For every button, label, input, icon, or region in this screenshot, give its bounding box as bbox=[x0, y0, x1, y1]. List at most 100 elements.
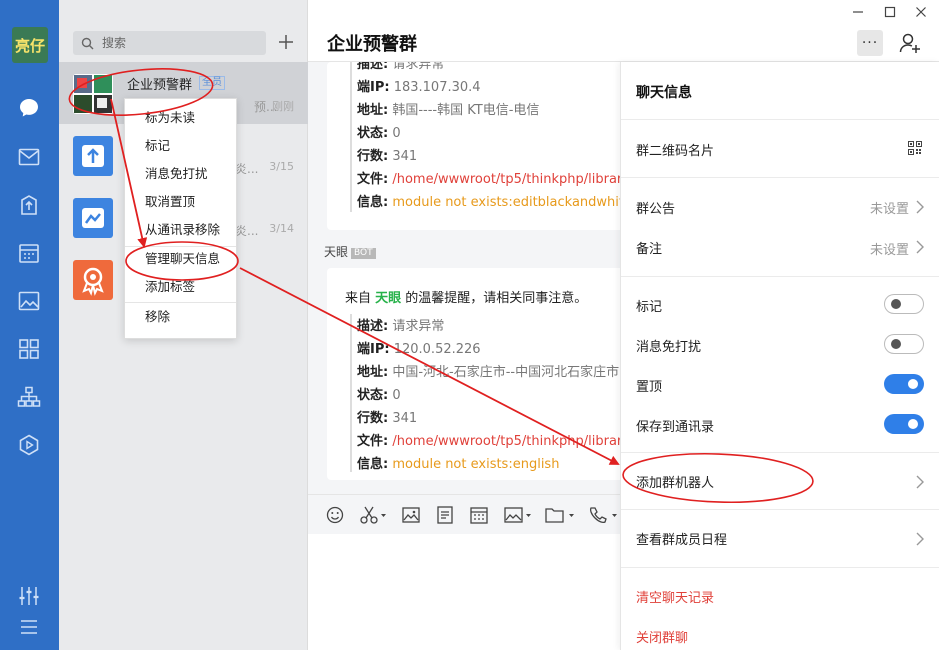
member-schedule-label: 查看群成员日程 bbox=[636, 533, 728, 548]
calendar-button[interactable] bbox=[470, 505, 488, 525]
minimize-button[interactable] bbox=[845, 2, 871, 22]
menu-icon[interactable] bbox=[17, 615, 41, 639]
menu-item-add-tag[interactable]: 添加标签 bbox=[125, 274, 236, 300]
phone-icon bbox=[589, 507, 617, 524]
divider bbox=[621, 452, 939, 453]
menu-item-manage-chat-info[interactable]: 管理聊天信息 bbox=[125, 246, 236, 272]
plus-icon bbox=[279, 35, 293, 49]
more-icon: ··· bbox=[861, 35, 879, 51]
chevron-right-icon bbox=[916, 532, 924, 546]
chat-icon[interactable] bbox=[17, 96, 41, 120]
field-value: 0 bbox=[392, 388, 401, 403]
image-icon[interactable] bbox=[17, 289, 41, 313]
intro-text: 的温馨提醒，请相关同事注意。 bbox=[401, 291, 588, 306]
close-icon bbox=[916, 7, 926, 17]
field-label: 文件: bbox=[357, 434, 389, 449]
mark-label: 标记 bbox=[636, 300, 663, 315]
field-label: 地址: bbox=[357, 103, 389, 118]
mark-toggle[interactable] bbox=[884, 294, 924, 314]
chat-preview: 炎... bbox=[235, 162, 259, 176]
chat-info-drawer: 聊天信息 群二维码名片 群公告 未设置 备注 未设置 标记 消息免打扰 置顶 保… bbox=[620, 62, 939, 650]
field-label: 端IP: bbox=[357, 342, 390, 357]
file-button[interactable] bbox=[545, 505, 575, 525]
chat-name: 企业预警群 bbox=[127, 78, 193, 93]
field-value: /home/wwwroot/tp5/thinkphp/librar bbox=[392, 434, 623, 449]
user-avatar[interactable]: 亮仔 bbox=[12, 27, 48, 63]
calendar-icon[interactable] bbox=[17, 241, 41, 265]
drawer-title: 聊天信息 bbox=[636, 85, 692, 101]
field-value: 120.0.52.226 bbox=[393, 342, 481, 357]
chevron-right-icon bbox=[916, 200, 924, 214]
create-chat-button[interactable] bbox=[275, 30, 297, 54]
field-value: 341 bbox=[392, 149, 418, 164]
save-contacts-toggle[interactable] bbox=[884, 414, 924, 434]
settings-sliders-icon[interactable] bbox=[17, 584, 41, 608]
pin-toggle[interactable] bbox=[884, 374, 924, 394]
message-input[interactable] bbox=[308, 534, 620, 650]
field-value: 韩国----韩国 KT电信-电信 bbox=[392, 103, 540, 118]
upload-icon[interactable] bbox=[17, 193, 41, 217]
field-label: 文件: bbox=[357, 172, 389, 187]
menu-item-mute[interactable]: 消息免打扰 bbox=[125, 161, 236, 187]
divider bbox=[621, 509, 939, 510]
apps-icon[interactable] bbox=[17, 337, 41, 361]
clear-history-button[interactable]: 清空聊天记录 bbox=[636, 587, 714, 606]
maximize-icon bbox=[884, 6, 896, 18]
gallery-icon bbox=[504, 507, 531, 523]
field-label: 行数: bbox=[357, 411, 389, 426]
image-album-button[interactable] bbox=[504, 505, 532, 525]
call-button[interactable] bbox=[588, 505, 618, 525]
document-button[interactable] bbox=[437, 505, 453, 525]
image-button[interactable] bbox=[402, 505, 420, 525]
sender-name: 天眼 bbox=[324, 245, 349, 259]
divider bbox=[621, 177, 939, 178]
add-user-icon bbox=[899, 33, 920, 53]
menu-item-mark-unread[interactable]: 标为未读 bbox=[125, 105, 236, 131]
menu-item-unpin[interactable]: 取消置顶 bbox=[125, 189, 236, 215]
dnd-toggle[interactable] bbox=[884, 334, 924, 354]
app-avatar-blue bbox=[73, 136, 113, 176]
app-avatar-award bbox=[73, 260, 113, 300]
play-icon[interactable] bbox=[17, 433, 41, 457]
field-label: 描述: bbox=[357, 319, 389, 334]
alert-message-card: 描述: 请求异常 端IP: 183.107.30.4 地址: 韩国----韩国 … bbox=[327, 62, 647, 230]
org-chart-icon[interactable] bbox=[17, 385, 41, 409]
emoji-button[interactable] bbox=[326, 505, 344, 525]
field-label: 状态: bbox=[357, 126, 389, 141]
add-group-bot-label: 添加群机器人 bbox=[636, 476, 715, 491]
chat-preview: 炎... bbox=[235, 224, 259, 238]
group-avatar bbox=[73, 74, 113, 114]
close-group-button[interactable]: 关闭群聊 bbox=[636, 627, 688, 646]
intro-app-name[interactable]: 天眼 bbox=[375, 291, 401, 306]
remark-value: 未设置 bbox=[869, 243, 909, 258]
message-sender: 天眼 BOT bbox=[324, 243, 376, 260]
mail-icon[interactable] bbox=[17, 145, 41, 169]
menu-item-remove[interactable]: 移除 bbox=[125, 304, 236, 330]
folder-icon bbox=[545, 508, 574, 523]
search-box[interactable] bbox=[73, 31, 266, 55]
field-value: 中国-河北-石家庄市--中国河北石家庄市 bbox=[392, 365, 620, 380]
qr-code-icon bbox=[908, 141, 922, 155]
more-button[interactable]: ··· bbox=[857, 30, 883, 56]
page-title: 企业预警群 bbox=[327, 34, 417, 55]
add-member-button[interactable] bbox=[898, 31, 922, 55]
chevron-right-icon bbox=[916, 240, 924, 254]
maximize-button[interactable] bbox=[877, 2, 903, 22]
field-label: 信息: bbox=[357, 195, 389, 210]
document-icon bbox=[437, 506, 453, 524]
quote-bar bbox=[350, 314, 352, 472]
menu-item-mark[interactable]: 标记 bbox=[125, 133, 236, 159]
screenshot-button[interactable] bbox=[360, 505, 386, 525]
field-label: 信息: bbox=[357, 457, 389, 472]
field-label: 地址: bbox=[357, 365, 389, 380]
search-input[interactable] bbox=[102, 36, 242, 50]
field-value: module not exists:editblackandwhiteli bbox=[392, 195, 640, 210]
all-members-badge: 全员 bbox=[199, 76, 225, 90]
context-menu: 标为未读 标记 消息免打扰 取消置顶 从通讯录移除 管理聊天信息 添加标签 移除 bbox=[124, 98, 237, 339]
image-icon bbox=[402, 507, 420, 523]
close-window-button[interactable] bbox=[908, 2, 934, 22]
group-notice-label: 群公告 bbox=[636, 202, 676, 217]
search-icon bbox=[81, 37, 94, 49]
menu-item-remove-contacts[interactable]: 从通讯录移除 bbox=[125, 217, 236, 243]
composer-toolbar bbox=[308, 494, 620, 534]
